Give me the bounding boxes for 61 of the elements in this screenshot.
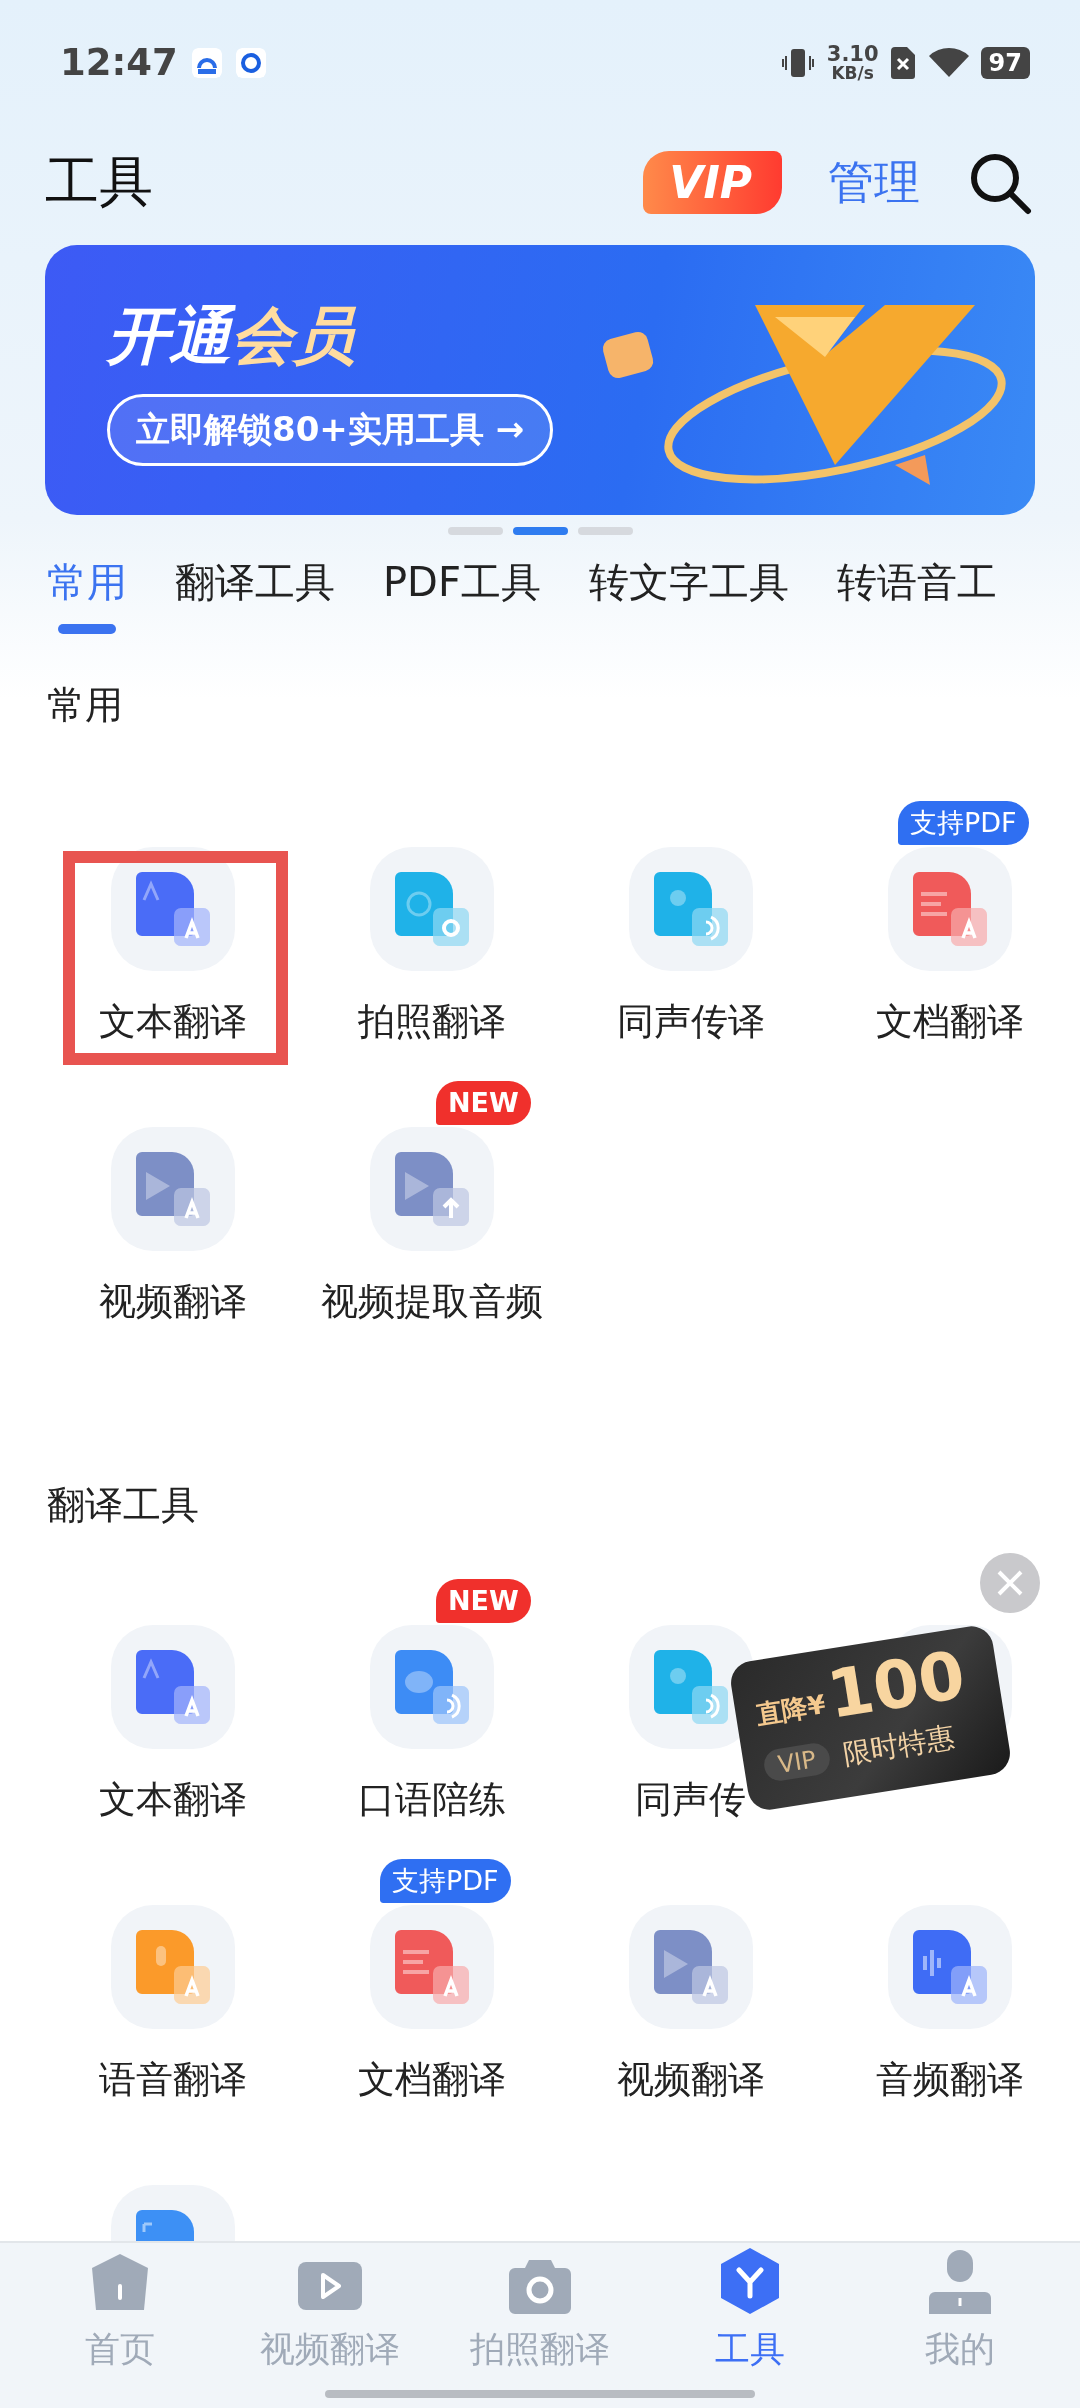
tool-label: 视频翻译 bbox=[98, 1279, 247, 1325]
manage-link[interactable]: 管理 bbox=[828, 151, 920, 214]
new-badge: NEW bbox=[436, 1579, 531, 1623]
tool-tile[interactable] bbox=[110, 847, 235, 971]
nav-label[interactable]: 首页 bbox=[85, 2326, 155, 2373]
tool-tile[interactable] bbox=[887, 1905, 1012, 2029]
category-tab[interactable]: PDF工具 bbox=[383, 555, 541, 610]
tool-label: 文档翻译 bbox=[357, 2057, 506, 2103]
tool-tile[interactable] bbox=[628, 1625, 753, 1749]
tool-tile[interactable] bbox=[887, 847, 1012, 971]
section-title: 翻译工具 bbox=[47, 1482, 200, 1529]
network-unit: KB/s bbox=[831, 64, 874, 82]
new-badge: NEW bbox=[436, 1081, 531, 1125]
status-time: 12:47 bbox=[60, 41, 178, 84]
page-title: 工具 bbox=[45, 149, 154, 215]
nav-label[interactable]: 我的 bbox=[925, 2326, 995, 2373]
app-notification-icon bbox=[235, 47, 266, 78]
close-icon[interactable] bbox=[996, 1569, 1024, 1597]
tool-tile[interactable] bbox=[110, 1127, 235, 1251]
tool-label: 音频翻译 bbox=[875, 2057, 1024, 2103]
nav-label[interactable]: 工具 bbox=[715, 2326, 785, 2373]
person-icon[interactable] bbox=[929, 2250, 991, 2314]
category-tab[interactable]: 常用 bbox=[47, 555, 127, 610]
tools-icon[interactable] bbox=[719, 2248, 781, 2314]
banner-background[interactable]: 开通会员 立即解锁80+实用工具 → bbox=[45, 245, 1035, 515]
tool-label: 同声传译 bbox=[616, 999, 765, 1045]
section-title: 常用 bbox=[47, 682, 124, 729]
category-tab[interactable]: 转语音工 bbox=[836, 555, 997, 610]
coupon-caption: 限时特惠 bbox=[840, 1719, 957, 1773]
unlock-button[interactable]: 立即解锁80+实用工具 → bbox=[107, 394, 554, 466]
tool-tile[interactable] bbox=[369, 1625, 494, 1749]
tool-tile[interactable] bbox=[628, 847, 753, 971]
nav-label[interactable]: 视频翻译 bbox=[260, 2326, 400, 2373]
tool-tile[interactable] bbox=[369, 1127, 494, 1251]
coupon-prefix: 直降¥ bbox=[753, 1688, 829, 1732]
pdf-badge: 支持PDF bbox=[380, 1859, 511, 1903]
category-tab[interactable]: 翻译工具 bbox=[175, 555, 335, 610]
sim-icon bbox=[890, 46, 915, 79]
tool-tile[interactable] bbox=[369, 847, 494, 971]
wifi-icon bbox=[928, 46, 969, 79]
tool-label: 语音翻译 bbox=[98, 2057, 247, 2103]
tool-label: 拍照翻译 bbox=[357, 999, 506, 1045]
tool-tile[interactable] bbox=[110, 1905, 235, 2029]
close-button[interactable] bbox=[980, 1553, 1040, 1613]
tool-label: 文本翻译 bbox=[98, 999, 247, 1045]
tool-label: 文档翻译 bbox=[875, 999, 1024, 1045]
nav-label[interactable]: 拍照翻译 bbox=[470, 2326, 610, 2373]
tool-tile[interactable] bbox=[628, 1905, 753, 2029]
tool-label: 口语陪练 bbox=[357, 1777, 506, 1823]
app-notification-icon bbox=[191, 47, 222, 78]
battery-indicator: 97 bbox=[980, 46, 1030, 79]
tool-label: 视频翻译 bbox=[616, 2057, 765, 2103]
network-speed: 3.10 bbox=[826, 43, 879, 65]
vip-button[interactable]: VIP bbox=[643, 151, 782, 214]
banner-title: 开通会员 bbox=[107, 298, 357, 374]
tool-tile[interactable] bbox=[369, 1905, 494, 2029]
tool-tile[interactable] bbox=[110, 1625, 235, 1749]
category-tab[interactable]: 转文字工具 bbox=[588, 555, 789, 610]
tool-label: 视频提取音频 bbox=[320, 1279, 543, 1325]
pdf-badge: 支持PDF bbox=[898, 801, 1029, 845]
tool-label: 文本翻译 bbox=[98, 1777, 247, 1823]
